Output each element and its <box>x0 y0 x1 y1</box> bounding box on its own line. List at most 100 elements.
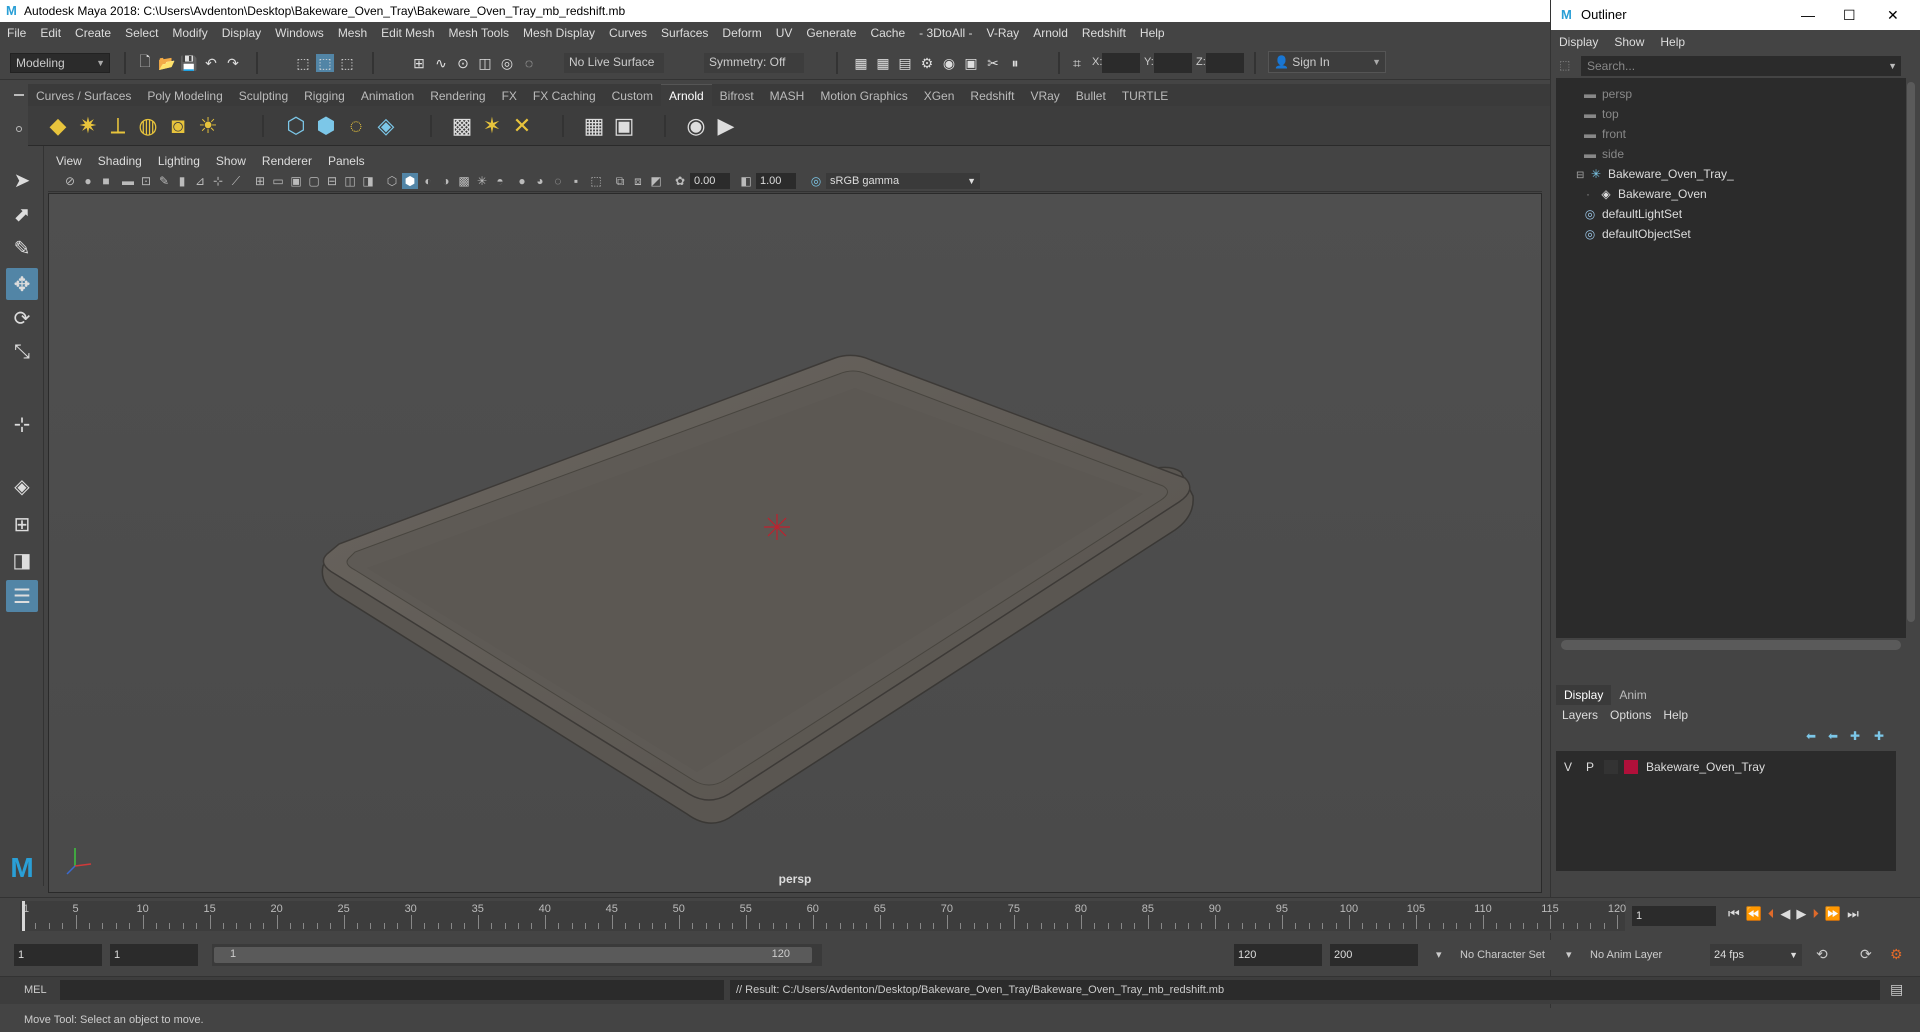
new-layer-selected-icon[interactable]: ✚ <box>1874 729 1884 743</box>
menu-arnold[interactable]: Arnold <box>1026 22 1075 44</box>
view-transform-dropdown[interactable]: sRGB gamma ▼ <box>826 173 980 189</box>
snap-live-icon[interactable]: ◎ <box>498 54 516 72</box>
new-layer-icon[interactable]: ✚ <box>1850 729 1860 743</box>
maximize-icon[interactable]: ☐ <box>1843 0 1856 30</box>
light-manager-icon[interactable]: ▣ <box>610 112 638 140</box>
move-tool-icon[interactable]: ✥ <box>6 268 38 300</box>
menu-surfaces[interactable]: Surfaces <box>654 22 715 44</box>
snap-curve-icon[interactable]: ∿ <box>432 54 450 72</box>
layer-name[interactable]: Bakeware_Oven_Tray <box>1646 757 1765 777</box>
outliner-menu-help[interactable]: Help <box>1652 32 1693 52</box>
shelf-tab-motion-graphics[interactable]: Motion Graphics <box>812 85 915 107</box>
auto-key-icon[interactable]: ⟳ <box>1860 946 1872 963</box>
layer-menu-layers[interactable]: Layers <box>1556 705 1604 725</box>
menu-mesh-tools[interactable]: Mesh Tools <box>442 22 516 44</box>
skydome-light-icon[interactable]: ◍ <box>134 112 162 140</box>
gate-mask-icon[interactable]: ⟋ <box>228 173 244 189</box>
hypershade-icon[interactable]: ◉ <box>940 54 958 72</box>
volume-icon[interactable]: ◌ <box>342 112 370 140</box>
antialiasing-icon[interactable]: ◕ <box>532 173 548 189</box>
snap-point-icon[interactable]: ⊙ <box>454 54 472 72</box>
shelf-tab-xgen[interactable]: XGen <box>916 85 963 107</box>
menu-display[interactable]: Display <box>215 22 268 44</box>
shelf-tab-vray[interactable]: VRay <box>1022 85 1067 107</box>
wireframe-icon[interactable]: ⊟ <box>324 173 340 189</box>
play-backwards-icon[interactable]: ◀ <box>1780 906 1790 926</box>
character-set-dropdown[interactable]: No Character Set <box>1460 949 1545 961</box>
resolution-gate-icon[interactable]: ⊹ <box>210 173 226 189</box>
safe-title-icon[interactable]: ▢ <box>306 173 322 189</box>
outliner-persp-layout-icon[interactable]: ☰ <box>6 580 38 612</box>
select-tool-icon[interactable]: ➤ <box>6 164 38 196</box>
preferences-icon[interactable]: ⚙ <box>1890 946 1903 963</box>
anim-layer-dropdown[interactable]: No Anim Layer <box>1590 949 1662 961</box>
outliner-item[interactable]: ◎ defaultLightSet <box>1582 204 1682 224</box>
symmetry-dropdown[interactable]: Symmetry: Off <box>704 53 804 73</box>
step-back-frame-icon[interactable]: ⏪ <box>1746 906 1762 926</box>
menu-windows[interactable]: Windows <box>268 22 331 44</box>
use-all-lights-icon[interactable]: ◐ <box>420 173 436 189</box>
loop-icon[interactable]: ⟲ <box>1816 946 1828 963</box>
play-render-icon[interactable]: ▶ <box>712 112 740 140</box>
shelf-options-icon[interactable] <box>14 86 26 146</box>
outliner-item[interactable]: · ◈ Bakeware_Oven <box>1586 184 1707 204</box>
current-time-indicator[interactable] <box>22 901 25 931</box>
gamma-field[interactable]: 1.00 <box>756 173 796 189</box>
current-frame-field[interactable]: 1 <box>1632 906 1716 926</box>
show-manipulator-icon[interactable]: ⊹ <box>6 408 38 440</box>
menu-cache[interactable]: Cache <box>863 22 912 44</box>
menu-deform[interactable]: Deform <box>715 22 768 44</box>
shelf-tab-rendering[interactable]: Rendering <box>422 85 493 107</box>
screen-space-ao-icon[interactable]: ✳ <box>474 173 490 189</box>
outliner-menu-show[interactable]: Show <box>1606 32 1652 52</box>
play-forwards-icon[interactable]: ▶ <box>1796 906 1806 926</box>
mode-dropdown[interactable]: Modeling ▼ <box>10 53 110 73</box>
open-scene-icon[interactable]: 📂 <box>158 54 176 72</box>
render-view-icon[interactable]: ▣ <box>962 54 980 72</box>
script-editor-icon[interactable]: ▤ <box>1890 981 1903 998</box>
snap-view-plane-icon[interactable]: ◫ <box>476 54 494 72</box>
layer-move-up-icon[interactable]: ⬅ <box>1806 729 1816 743</box>
shelf-tab-bullet[interactable]: Bullet <box>1068 85 1114 107</box>
menu-modify[interactable]: Modify <box>165 22 214 44</box>
shaded-icon[interactable]: ⬢ <box>402 173 418 189</box>
absolute-transform-icon[interactable]: ⌗ <box>1068 54 1086 72</box>
end-time-field[interactable]: 200 <box>1330 944 1418 966</box>
shelf-tab-custom[interactable]: Custom <box>604 85 661 107</box>
shelf-tab-fx[interactable]: FX <box>494 85 525 107</box>
2d-pan-zoom-icon[interactable]: ⊡ <box>138 173 154 189</box>
menu-create[interactable]: Create <box>68 22 118 44</box>
standin-icon[interactable]: ⬡ <box>282 112 310 140</box>
exposure-icon[interactable]: ✿ <box>672 173 688 189</box>
viewport-menu-lighting[interactable]: Lighting <box>150 152 208 170</box>
layer-menu-options[interactable]: Options <box>1604 705 1657 725</box>
arnold-render-icon[interactable]: ✂ <box>984 54 1002 72</box>
outliner-item[interactable]: ▬ top <box>1582 104 1619 124</box>
tx-manager-icon[interactable]: ▦ <box>580 112 608 140</box>
undo-icon[interactable]: ↶ <box>202 54 220 72</box>
command-input[interactable] <box>60 980 724 1000</box>
menu--3dtoall-[interactable]: - 3DtoAll - <box>912 22 979 44</box>
shadows-icon[interactable]: ◑ <box>438 173 454 189</box>
range-slider[interactable]: 1 120 <box>212 944 822 966</box>
fps-dropdown[interactable]: 24 fps ▼ <box>1710 944 1802 966</box>
exposure-reset-icon[interactable]: ◩ <box>648 173 664 189</box>
layer-color-swatch[interactable] <box>1624 760 1638 774</box>
outliner-item[interactable]: ▬ persp <box>1582 84 1632 104</box>
filter-icon[interactable]: ⬚ <box>1559 58 1575 74</box>
save-scene-icon[interactable]: 💾 <box>180 54 198 72</box>
shelf-tab-bifrost[interactable]: Bifrost <box>712 85 762 107</box>
camera-attributes-icon[interactable]: ● <box>80 173 96 189</box>
gamma-icon[interactable]: ◧ <box>738 173 754 189</box>
curve-collector-icon[interactable]: ◈ <box>372 112 400 140</box>
z-field[interactable] <box>1206 53 1244 73</box>
light-portal-icon[interactable]: ◙ <box>164 112 192 140</box>
outliner-horizontal-scrollbar[interactable] <box>1561 640 1901 650</box>
chevron-down-icon[interactable]: ▾ <box>1436 948 1442 961</box>
render-settings-icon[interactable]: ⚙ <box>918 54 936 72</box>
menu-file[interactable]: File <box>0 22 33 44</box>
menu-generate[interactable]: Generate <box>799 22 863 44</box>
ipr-render-icon[interactable]: ▤ <box>896 54 914 72</box>
close-icon[interactable]: ✕ <box>1887 0 1899 30</box>
time-slider[interactable]: 1 5 10 15 20 25 30 35 40 45 50 55 60 65 70 75 80 85 90 95 10… <box>0 897 1920 933</box>
